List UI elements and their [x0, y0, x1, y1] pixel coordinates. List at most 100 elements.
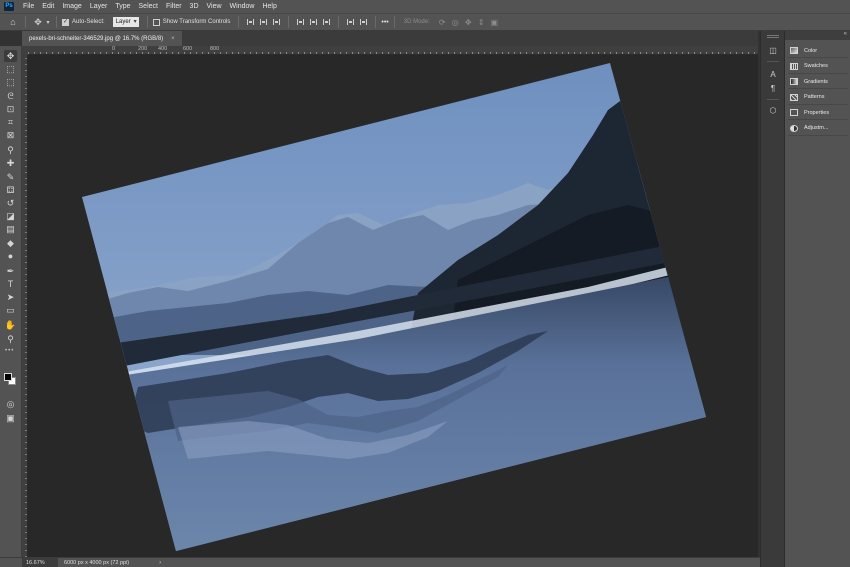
menu-layer[interactable]: Layer	[86, 3, 112, 10]
panel-gradients[interactable]: Gradients	[788, 75, 848, 89]
menu-3d[interactable]: 3D	[186, 3, 203, 10]
edit-quick-mask-icon[interactable]: ◎	[4, 398, 17, 410]
type-tool-icon[interactable]: T	[4, 278, 17, 290]
menu-file[interactable]: File	[19, 3, 38, 10]
document-tab-bar: pexels-bri-schneiter-346529.jpg @ 16.7% …	[22, 31, 758, 46]
panel-label: Adjustm...	[804, 125, 829, 131]
zoom-level-field[interactable]: 16.67%	[22, 557, 58, 567]
auto-select-label: Auto-Select:	[72, 19, 105, 25]
canvas-area[interactable]	[28, 55, 758, 557]
foreground-color-swatch[interactable]	[4, 373, 12, 381]
history-brush-tool-icon[interactable]: ↺	[4, 197, 17, 209]
separator	[338, 16, 340, 28]
panel-grip-icon[interactable]	[767, 35, 779, 38]
3d-orbit-icon[interactable]: ⟳	[436, 18, 449, 27]
character-icon[interactable]: A	[767, 69, 779, 81]
panel-label: Gradients	[804, 78, 828, 85]
crop-tool-icon[interactable]: ⌗	[4, 116, 17, 128]
paragraph-icon[interactable]: ¶	[767, 83, 779, 95]
separator	[25, 16, 26, 28]
distribute-icon[interactable]	[345, 17, 356, 27]
close-icon[interactable]: ×	[171, 36, 175, 42]
move-tool-icon[interactable]: ✥	[4, 50, 17, 62]
align-top-edges-icon[interactable]	[295, 17, 306, 27]
artboard-tool-icon[interactable]: ⬚	[4, 63, 17, 75]
menu-image[interactable]: Image	[58, 3, 85, 10]
brush-tool-icon[interactable]: ✎	[4, 171, 17, 183]
panel-properties[interactable]: Properties	[788, 106, 848, 120]
ruler-label: 0	[112, 46, 116, 52]
collapse-panels-icon[interactable]: «	[844, 31, 847, 37]
align-bottom-edges-icon[interactable]	[321, 17, 332, 27]
photo-content	[82, 63, 706, 551]
home-icon[interactable]: ⌂	[6, 16, 20, 28]
document-tab[interactable]: pexels-bri-schneiter-346529.jpg @ 16.7% …	[22, 31, 182, 46]
lasso-tool-icon[interactable]: ᘓ	[4, 90, 17, 102]
menu-window[interactable]: Window	[226, 3, 259, 10]
swatches-panel-icon	[790, 62, 798, 70]
object-select-tool-icon[interactable]: ⊡	[4, 103, 17, 115]
align-left-edges-icon[interactable]	[245, 17, 256, 27]
props-panel-icon	[790, 109, 798, 116]
screen-mode-icon[interactable]: ▣	[4, 412, 17, 424]
distribute-spacing-icon[interactable]	[358, 17, 369, 27]
auto-select-target-dropdown[interactable]: Layer	[112, 17, 139, 27]
blur-tool-icon[interactable]: ◆	[4, 237, 17, 249]
rectangle-tool-icon[interactable]: ▭	[4, 304, 17, 316]
rotated-photo-layer[interactable]	[28, 55, 758, 557]
path-selection-tool-icon[interactable]: ➤	[4, 291, 17, 303]
hand-tool-icon[interactable]: ✋	[4, 319, 17, 331]
panel-label: Color	[804, 47, 818, 54]
3d-scale-icon[interactable]: ▣	[488, 18, 501, 27]
separator	[767, 61, 779, 62]
panel-color[interactable]: Color	[788, 44, 848, 58]
collapsed-panel-strip: ◫ A ¶ ⬡	[760, 31, 784, 567]
menu-type[interactable]: Type	[111, 3, 134, 10]
photoshop-logo-icon[interactable]: Ps	[4, 2, 14, 11]
show-transform-controls-checkbox[interactable]	[152, 18, 160, 26]
menu-filter[interactable]: Filter	[162, 3, 186, 10]
frame-tool-icon[interactable]: ⊠	[4, 129, 17, 141]
patterns-panel-icon	[790, 93, 798, 101]
eraser-tool-icon[interactable]: ◪	[4, 210, 17, 222]
3d-cube-icon[interactable]: ⬡	[767, 105, 779, 117]
tools-panel: ✥ ⬚ ⬚ ᘓ ⊡ ⌗ ⊠ ⚲ ✚ ✎ ⚃ ↺ ◪ ▤ ◆ ● ✒ T ➤ ▭ ✋ ⚲ ••• ◎ ▣	[0, 46, 22, 557]
history-icon[interactable]: ◫	[767, 45, 779, 57]
panel-swatches[interactable]: Swatches	[788, 60, 848, 74]
3d-roll-icon[interactable]: ◎	[449, 18, 462, 27]
move-tool-preset-icon[interactable]: ✥	[31, 16, 45, 28]
panel-label: Properties	[804, 109, 830, 116]
zoom-tool-icon[interactable]: ⚲	[4, 333, 17, 345]
chevron-down-icon[interactable]: ▾	[45, 16, 51, 28]
menu-items: File Edit Image Layer Type Select Filter 3D View…	[19, 3, 281, 10]
more-tools-button[interactable]: •••	[5, 348, 14, 354]
menu-help[interactable]: Help	[258, 3, 280, 10]
panel-patterns[interactable]: Patterns	[788, 91, 848, 105]
clone-stamp-tool-icon[interactable]: ⚃	[4, 184, 17, 196]
panel-label: Patterns	[804, 94, 825, 100]
3d-slide-icon[interactable]: ⇕	[475, 18, 488, 27]
horizontal-ruler[interactable]: 0 200 400 600 800	[28, 46, 758, 55]
healing-brush-tool-icon[interactable]: ✚	[4, 157, 17, 169]
align-vertical-centers-icon[interactable]	[308, 17, 319, 27]
menu-view[interactable]: View	[203, 3, 226, 10]
ruler-label: 600	[183, 46, 193, 52]
dodge-tool-icon[interactable]: ●	[4, 250, 17, 262]
chevron-right-icon[interactable]: ›	[159, 560, 161, 566]
align-right-edges-icon[interactable]	[271, 17, 282, 27]
align-horizontal-centers-icon[interactable]	[258, 17, 269, 27]
eyedropper-tool-icon[interactable]: ⚲	[4, 144, 17, 156]
panel-dock-header[interactable]: «	[785, 31, 850, 40]
marquee-tool-icon[interactable]: ⬚	[4, 76, 17, 88]
panel-adjustm[interactable]: Adjustm...	[788, 122, 848, 136]
menu-edit[interactable]: Edit	[38, 3, 58, 10]
menu-select[interactable]: Select	[135, 3, 162, 10]
ruler-label: 800	[210, 46, 220, 52]
auto-select-checkbox[interactable]: ✓	[62, 18, 69, 26]
pen-tool-icon[interactable]: ✒	[4, 265, 17, 277]
panel-label: Swatches	[804, 63, 828, 69]
more-options-button[interactable]: •••	[381, 19, 388, 26]
gradient-tool-icon[interactable]: ▤	[4, 223, 17, 235]
3d-pan-icon[interactable]: ✥	[462, 18, 475, 27]
separator	[393, 16, 395, 28]
